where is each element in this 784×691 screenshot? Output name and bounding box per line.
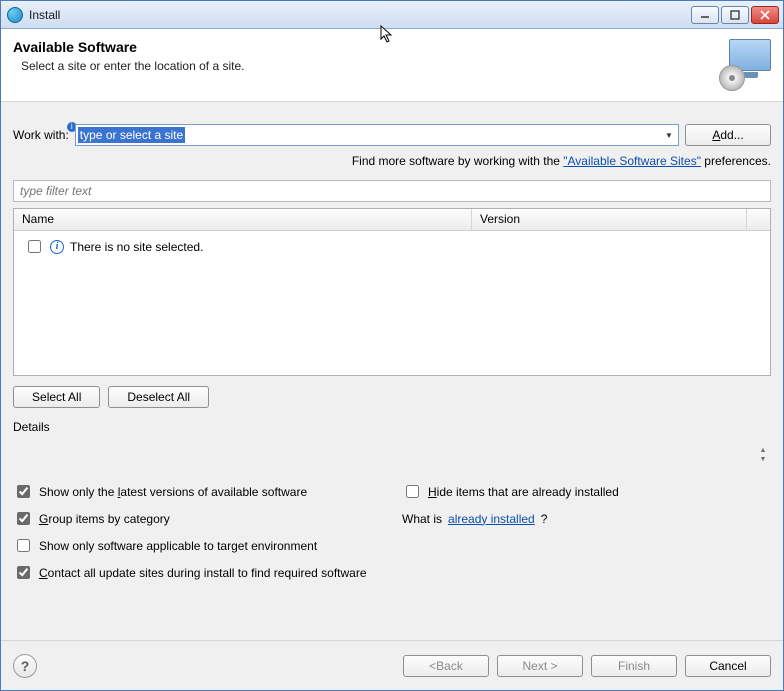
- already-installed-link[interactable]: already installed: [448, 512, 535, 526]
- wizard-content: Work with: i type or select a site ▼ Add…: [1, 102, 783, 640]
- opt-contact-sites[interactable]: Contact all update sites during install …: [13, 563, 771, 582]
- wizard-header: Available Software Select a site or ente…: [1, 29, 783, 102]
- details-area: ▲ ▼: [13, 438, 771, 472]
- details-label: Details: [13, 420, 771, 434]
- minimize-button[interactable]: [691, 6, 719, 24]
- help-icon: ?: [21, 658, 30, 674]
- deselect-all-button[interactable]: Deselect All: [108, 386, 209, 408]
- chevron-down-icon[interactable]: ▼: [660, 125, 678, 145]
- opt-target-env-checkbox[interactable]: [17, 539, 30, 552]
- opt-target-env[interactable]: Show only software applicable to target …: [13, 536, 771, 555]
- page-subtitle: Select a site or enter the location of a…: [21, 59, 719, 73]
- close-icon: [760, 10, 770, 20]
- table-header: Name Version: [14, 209, 770, 231]
- select-all-button[interactable]: Select All: [13, 386, 100, 408]
- details-scroll[interactable]: ▲ ▼: [755, 438, 771, 472]
- opt-contact-sites-checkbox[interactable]: [17, 566, 30, 579]
- install-dialog: Install Available Software Select a site…: [0, 0, 784, 691]
- opt-hide-installed[interactable]: Hide items that are already installed: [402, 482, 771, 501]
- opt-latest-only[interactable]: Show only the latest versions of availab…: [13, 482, 382, 501]
- column-version[interactable]: Version: [472, 209, 747, 230]
- options-grid: Show only the latest versions of availab…: [13, 482, 771, 582]
- opt-hide-installed-checkbox[interactable]: [406, 485, 419, 498]
- info-icon: i: [50, 240, 64, 254]
- scroll-up-icon[interactable]: ▲: [760, 447, 767, 454]
- work-with-placeholder: type or select a site: [78, 127, 185, 143]
- titlebar: Install: [1, 1, 783, 29]
- software-table: Name Version i There is no site selected…: [13, 208, 771, 376]
- app-icon: [7, 7, 23, 23]
- opt-group-category-checkbox[interactable]: [17, 512, 30, 525]
- table-body: i There is no site selected.: [14, 231, 770, 375]
- filter-input[interactable]: [13, 180, 771, 202]
- maximize-button[interactable]: [721, 6, 749, 24]
- wizard-footer: ? < Back Next > Finish Cancel: [1, 640, 783, 690]
- help-button[interactable]: ?: [13, 654, 37, 678]
- sites-hint: Find more software by working with the "…: [13, 154, 771, 168]
- header-graphic: [719, 39, 771, 91]
- opt-group-category[interactable]: Group items by category: [13, 509, 382, 528]
- window-controls: [691, 6, 779, 24]
- empty-message: There is no site selected.: [70, 240, 203, 254]
- column-name[interactable]: Name: [14, 209, 472, 230]
- add-button[interactable]: Add...: [685, 124, 771, 146]
- window-title: Install: [29, 8, 60, 22]
- close-button[interactable]: [751, 6, 779, 24]
- work-with-combo[interactable]: type or select a site ▼: [75, 124, 679, 146]
- next-button[interactable]: Next >: [497, 655, 583, 677]
- available-sites-link[interactable]: "Available Software Sites": [563, 154, 701, 168]
- minimize-icon: [700, 10, 710, 20]
- opt-latest-only-checkbox[interactable]: [17, 485, 30, 498]
- maximize-icon: [730, 10, 740, 20]
- disc-icon: [719, 65, 745, 91]
- row-checkbox[interactable]: [28, 240, 41, 253]
- table-row: i There is no site selected.: [20, 235, 764, 258]
- column-spacer: [747, 209, 770, 230]
- page-title: Available Software: [13, 39, 719, 55]
- work-with-label: Work with: i: [13, 128, 69, 142]
- already-installed-hint: What is already installed?: [402, 509, 771, 528]
- cancel-button[interactable]: Cancel: [685, 655, 771, 677]
- scroll-down-icon[interactable]: ▼: [760, 456, 767, 463]
- finish-button[interactable]: Finish: [591, 655, 677, 677]
- back-button[interactable]: < Back: [403, 655, 489, 677]
